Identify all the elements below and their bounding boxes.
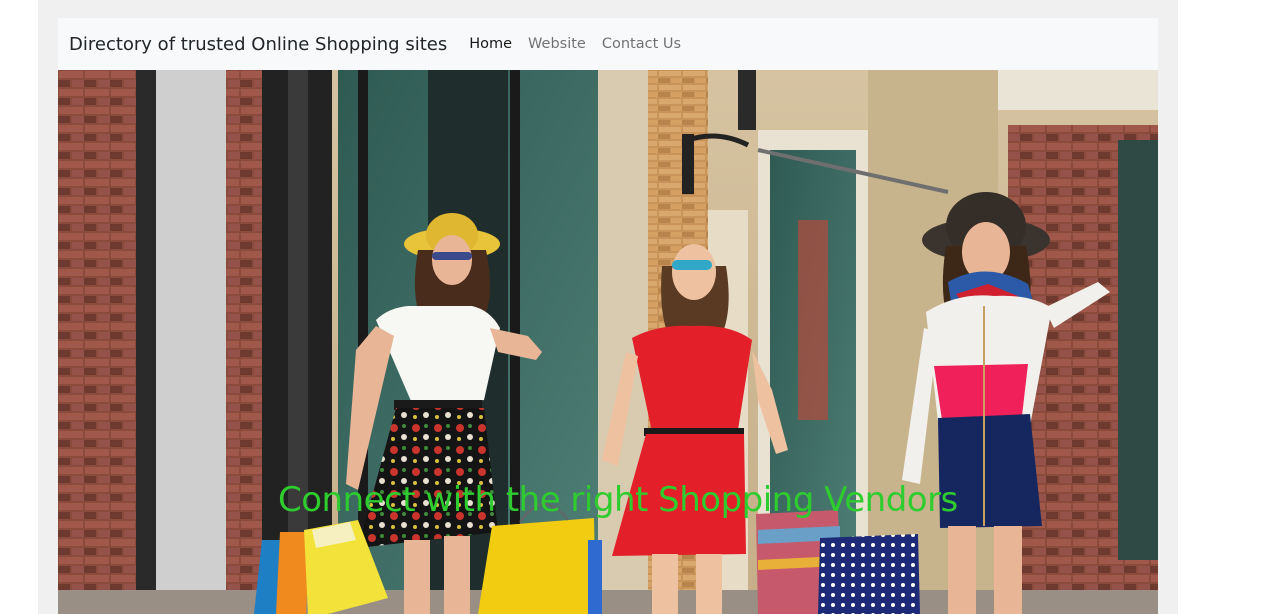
navbar: Directory of trusted Online Shopping sit… <box>58 18 1158 70</box>
nav-link-contact-us[interactable]: Contact Us <box>594 36 689 52</box>
nav-link-home[interactable]: Home <box>461 36 520 52</box>
nav-link-website[interactable]: Website <box>520 36 594 52</box>
hero-caption: Connect with the right Shopping Vendors <box>278 480 958 520</box>
hero-banner: Connect with the right Shopping Vendors <box>58 70 1158 614</box>
nav-links: Home Website Contact Us <box>461 36 689 52</box>
hero-image <box>58 70 1158 614</box>
navbar-brand[interactable]: Directory of trusted Online Shopping sit… <box>69 34 447 55</box>
